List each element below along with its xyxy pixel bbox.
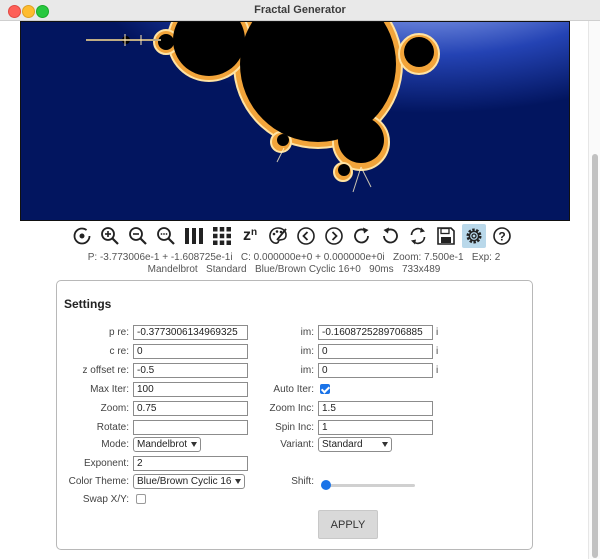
p-im-suffix: i [436, 327, 439, 338]
fractal-image [21, 22, 569, 220]
rotate-cw-icon[interactable] [350, 224, 374, 248]
z-offset-im-input[interactable]: 0 [318, 363, 433, 378]
chevron-down-icon [382, 442, 388, 447]
app-window: Fractal Generator z n ? P: -3.773006e-1 … [0, 0, 600, 559]
power-sup: n [250, 226, 258, 238]
settings-panel: Settings p re: -0.3773006134969325 im: -… [56, 280, 533, 550]
exponent-label: Exponent: [83, 458, 129, 469]
c-im-label: im: [300, 346, 314, 357]
variant-select[interactable]: Standard [318, 437, 392, 452]
swap-xy-checkbox[interactable] [136, 494, 146, 504]
c-re-label: c re: [109, 346, 129, 357]
rotate-ccw-icon[interactable] [378, 224, 402, 248]
c-im-input[interactable]: 0 [318, 344, 433, 359]
shift-slider-thumb[interactable] [321, 480, 331, 490]
rotate-label: Rotate: [96, 422, 129, 433]
p-re-label: p re: [108, 327, 129, 338]
reset-icon[interactable] [70, 224, 94, 248]
palette-icon[interactable] [266, 224, 290, 248]
zoom-inc-label: Zoom Inc: [269, 403, 314, 414]
help-icon[interactable]: ? [490, 224, 514, 248]
refresh-icon[interactable] [406, 224, 430, 248]
settings-title: Settings [64, 297, 112, 311]
mode-select-value: Mandelbrot [137, 439, 188, 450]
max-iter-label: Max Iter: [90, 384, 129, 395]
settings-icon[interactable] [462, 224, 486, 248]
columns-icon[interactable] [182, 224, 206, 248]
svg-text:?: ? [498, 230, 505, 244]
exponent-input[interactable]: 2 [133, 456, 248, 471]
shift-slider-track[interactable] [321, 484, 415, 487]
z-offset-im-suffix: i [436, 365, 439, 376]
vertical-scrollbar[interactable] [588, 21, 600, 559]
status-line-coordinates: P: -3.773006e-1 + -1.608725e-1i C: 0.000… [87, 252, 501, 263]
window-title: Fractal Generator [254, 4, 346, 16]
title-bar: Fractal Generator [0, 0, 600, 21]
variant-label: Variant: [280, 439, 314, 450]
zoom-inc-input[interactable]: 1.5 [318, 401, 433, 416]
max-iter-input[interactable]: 100 [133, 382, 248, 397]
apply-button[interactable]: APPLY [318, 510, 378, 539]
spin-inc-input[interactable]: 1 [318, 420, 433, 435]
zoom-input[interactable]: 0.75 [133, 401, 248, 416]
color-theme-select-value: Blue/Brown Cyclic 16 [137, 476, 232, 487]
grid-icon[interactable] [210, 224, 234, 248]
p-im-label: im: [300, 327, 314, 338]
color-theme-select[interactable]: Blue/Brown Cyclic 16 [133, 474, 245, 489]
auto-iter-label: Auto Iter: [273, 384, 314, 395]
zoom-custom-icon[interactable] [154, 224, 178, 248]
auto-iter-checkbox[interactable] [320, 384, 330, 394]
power-label: z [242, 227, 251, 244]
fractal-canvas[interactable] [20, 21, 570, 221]
shift-label: Shift: [291, 476, 314, 487]
p-im-input[interactable]: -0.1608725289706885 [318, 325, 433, 340]
z-offset-re-input[interactable]: -0.5 [133, 363, 248, 378]
prev-icon[interactable] [294, 224, 318, 248]
z-offset-im-label: im: [300, 365, 314, 376]
chevron-down-icon [191, 442, 197, 447]
zoom-in-icon[interactable] [98, 224, 122, 248]
swap-xy-label: Swap X/Y: [82, 494, 129, 505]
variant-select-value: Standard [322, 439, 363, 450]
p-re-input[interactable]: -0.3773006134969325 [133, 325, 248, 340]
mode-label: Mode: [101, 439, 129, 450]
status-line-render-info: Mandelbrot Standard Blue/Brown Cyclic 16… [147, 264, 441, 275]
shift-slider[interactable] [321, 479, 415, 493]
save-icon[interactable] [434, 224, 458, 248]
next-icon[interactable] [322, 224, 346, 248]
c-re-input[interactable]: 0 [133, 344, 248, 359]
zoom-out-icon[interactable] [126, 224, 150, 248]
c-im-suffix: i [436, 346, 439, 357]
power-icon[interactable]: zn [238, 224, 262, 248]
z-offset-re-label: z offset re: [82, 365, 129, 376]
mode-select[interactable]: Mandelbrot [133, 437, 201, 452]
rotate-input[interactable] [133, 420, 248, 435]
color-theme-label: Color Theme: [68, 476, 129, 487]
scrollbar-thumb[interactable] [592, 154, 598, 558]
spin-inc-label: Spin Inc: [275, 422, 314, 433]
toolbar: zn ? [70, 224, 514, 248]
zoom-label: Zoom: [100, 403, 129, 414]
